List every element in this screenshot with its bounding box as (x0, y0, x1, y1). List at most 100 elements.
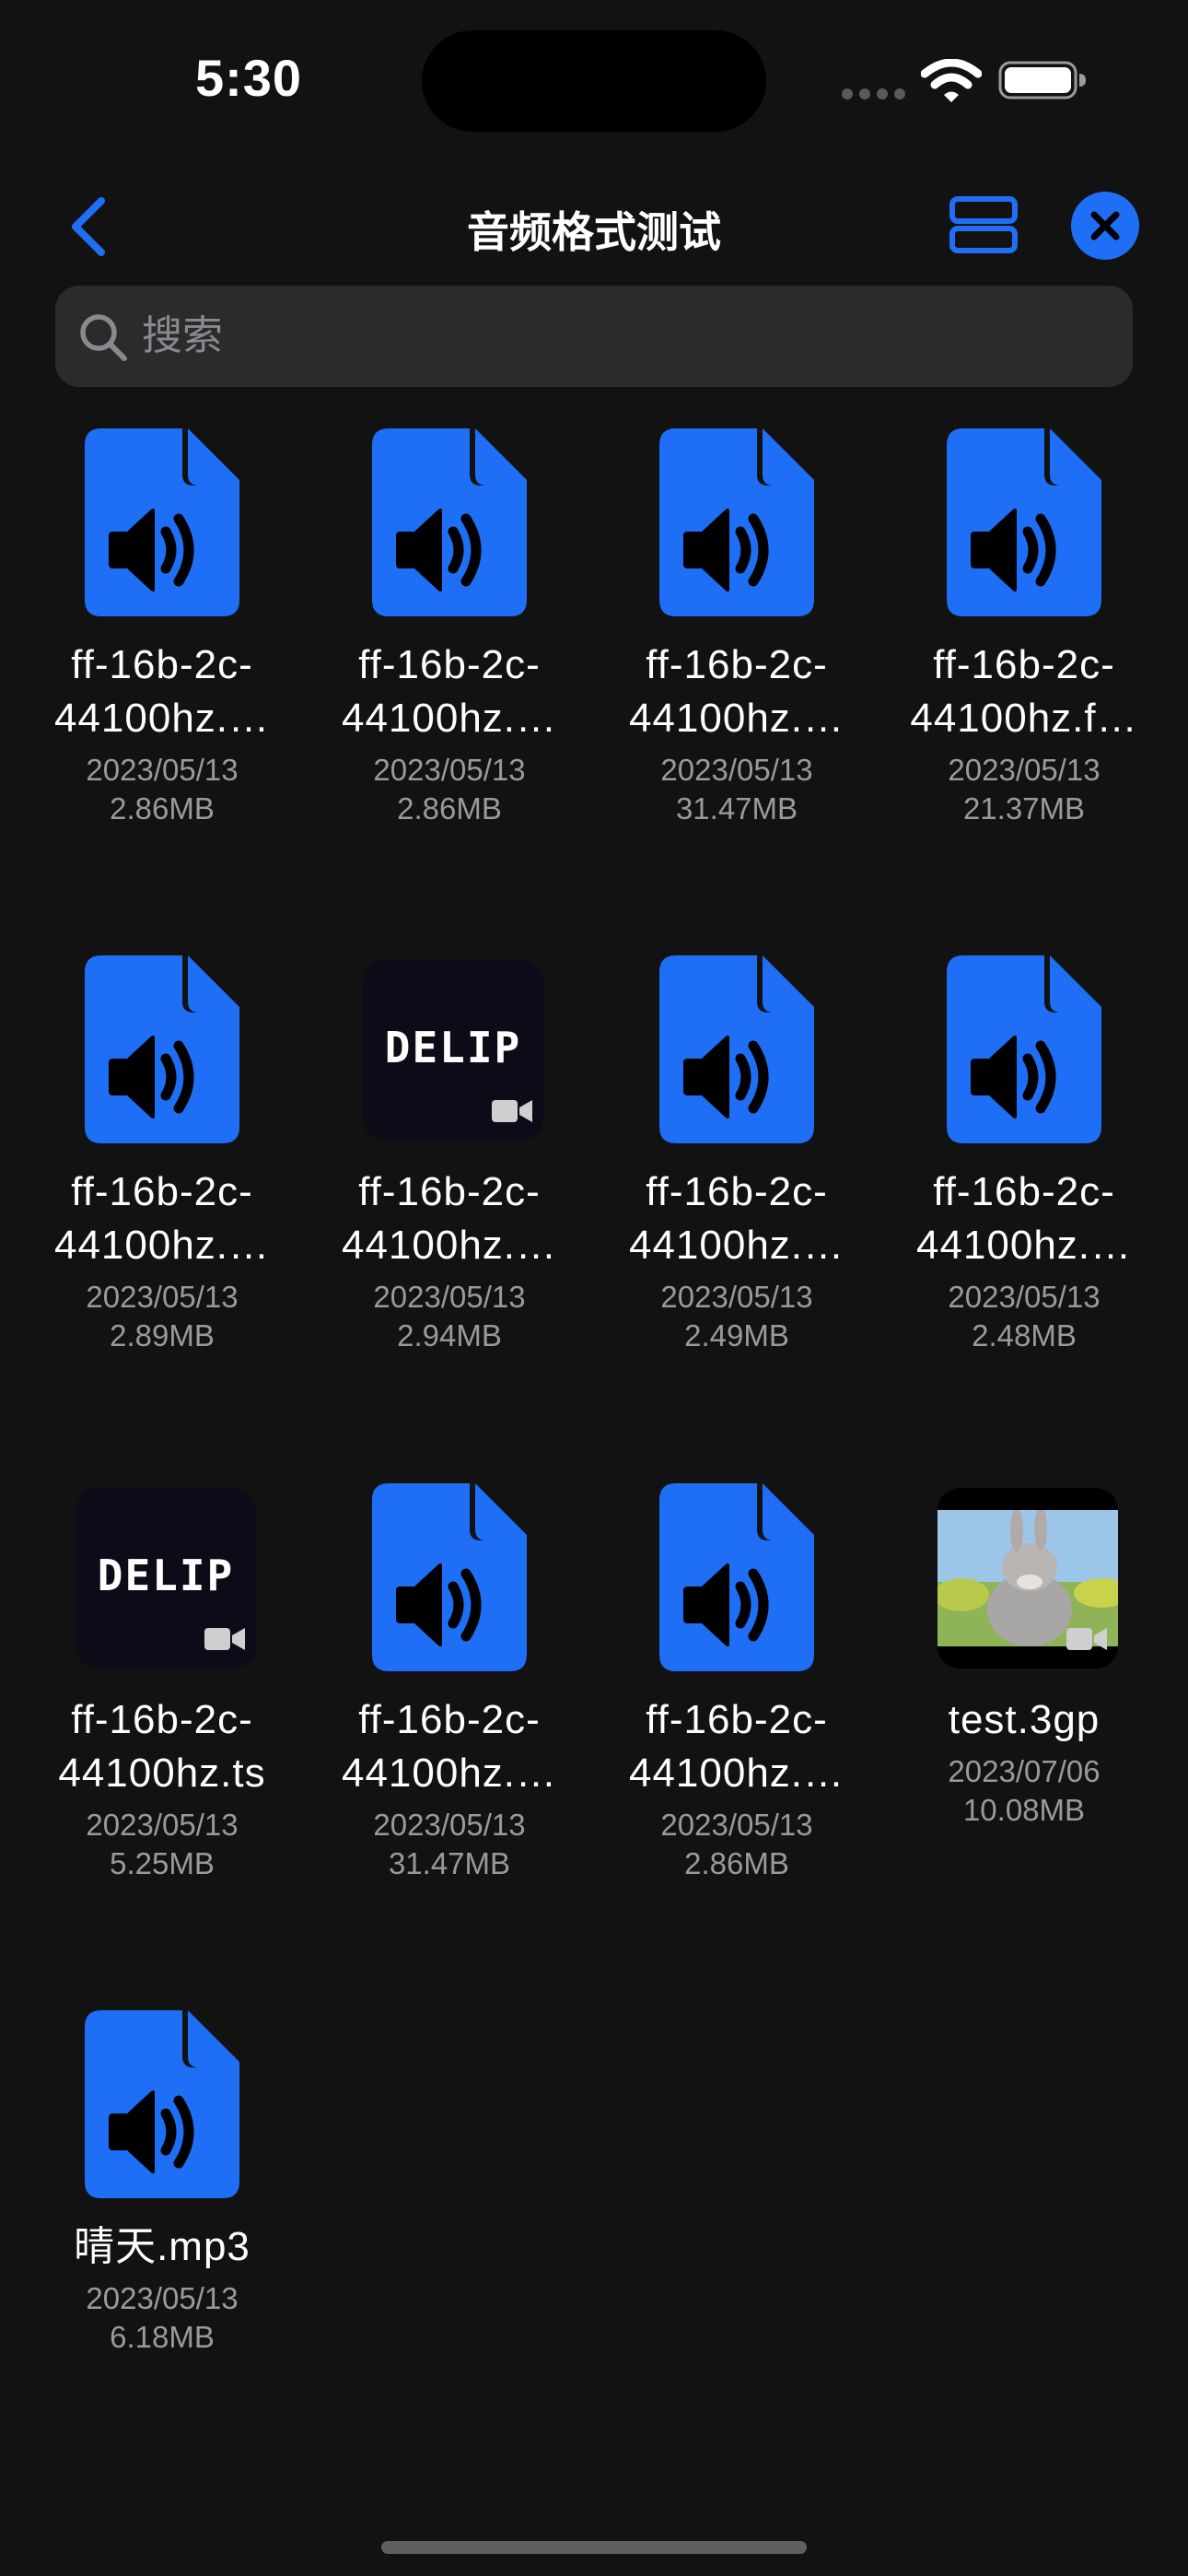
file-name-line: 44100hz.… (53, 1223, 271, 1268)
file-item[interactable]: ff-16b-2c- 44100hz.… 2023/05/13 31.47MB (593, 428, 880, 825)
file-name-line: ff-16b-2c- (646, 642, 828, 687)
audio-file-icon (659, 1483, 814, 1671)
file-size: 31.47MB (388, 1846, 511, 1880)
audio-file-icon (85, 2010, 239, 2198)
video-thumbnail: DELIP (76, 1488, 256, 1669)
file-name-line: 44100hz.… (341, 1223, 558, 1268)
file-size: 10.08MB (962, 1793, 1086, 1827)
file-name-line: ff-16b-2c- (358, 1169, 541, 1214)
audio-file-icon (85, 955, 239, 1143)
file-date: 2023/05/13 (86, 2281, 239, 2315)
file-thumbnail (18, 2010, 306, 2198)
file-name-line: 44100hz.ts (58, 1751, 266, 1796)
file-item[interactable]: ff-16b-2c- 44100hz.… 2023/05/13 2.49MB (593, 955, 880, 1352)
file-item[interactable]: ff-16b-2c- 44100hz.f… 2023/05/13 21.37MB (880, 428, 1168, 825)
file-name: ff-16b-2c- 44100hz.… (593, 1165, 880, 1272)
file-name-line: ff-16b-2c- (933, 1169, 1115, 1214)
file-thumbnail (306, 1483, 593, 1671)
file-thumbnail (18, 955, 306, 1143)
file-date: 2023/05/13 (373, 1280, 526, 1314)
file-size: 2.48MB (972, 1318, 1077, 1352)
file-name: ff-16b-2c- 44100hz.… (880, 1165, 1168, 1272)
file-name-line: ff-16b-2c- (646, 1697, 828, 1742)
file-size: 6.18MB (110, 2320, 215, 2354)
file-size: 2.86MB (110, 791, 215, 825)
file-name-line: ff-16b-2c- (358, 1697, 541, 1742)
file-size: 2.94MB (397, 1318, 502, 1352)
file-name-line: 44100hz.f… (910, 696, 1138, 741)
file-thumbnail: DELIP (18, 1483, 306, 1671)
file-name-line: 44100hz.… (915, 1223, 1133, 1268)
file-name-line: ff-16b-2c- (358, 642, 541, 687)
file-name-line: ff-16b-2c- (646, 1169, 828, 1214)
file-item[interactable]: ff-16b-2c- 44100hz.… 2023/05/13 2.86MB (306, 428, 593, 825)
file-name: ff-16b-2c- 44100hz.… (593, 638, 880, 745)
file-name: ff-16b-2c- 44100hz.… (306, 638, 593, 745)
file-item[interactable]: ff-16b-2c- 44100hz.… 2023/05/13 2.86MB (593, 1483, 880, 1880)
file-name-line: 44100hz.… (628, 1223, 845, 1268)
file-thumbnail (593, 428, 880, 616)
file-name-line: 44100hz.… (628, 696, 845, 741)
file-item[interactable]: ff-16b-2c- 44100hz.… 2023/05/13 2.89MB (18, 955, 306, 1352)
file-date: 2023/05/13 (948, 1280, 1101, 1314)
file-size: 21.37MB (962, 791, 1086, 825)
file-name-line: ff-16b-2c- (933, 642, 1115, 687)
file-name: ff-16b-2c- 44100hz.… (306, 1165, 593, 1272)
file-size: 2.49MB (684, 1318, 789, 1352)
file-name-line: 44100hz.… (341, 696, 558, 741)
file-date: 2023/05/13 (86, 1280, 239, 1314)
file-size: 2.86MB (397, 791, 502, 825)
file-name: ff-16b-2c- 44100hz.… (18, 638, 306, 745)
file-thumbnail (593, 955, 880, 1143)
file-name: ff-16b-2c- 44100hz.… (306, 1693, 593, 1800)
file-item[interactable]: ff-16b-2c- 44100hz.… 2023/05/13 2.86MB (18, 428, 306, 825)
file-name-line: ff-16b-2c- (71, 642, 253, 687)
file-browser-screen: 5:30 音频格式测试 搜索 ff-16b-2c- 44100hz.… 2023… (0, 0, 1188, 2576)
file-name: ff-16b-2c- 44100hz.f… (880, 638, 1168, 745)
file-item[interactable]: 晴天.mp3 2023/05/13 6.18MB (18, 2010, 306, 2397)
file-thumbnail (880, 955, 1168, 1143)
file-name: test.3gp (880, 1693, 1168, 1747)
file-date: 2023/05/13 (373, 1808, 526, 1842)
file-date: 2023/05/13 (660, 1280, 813, 1314)
file-item[interactable]: ff-16b-2c- 44100hz.… 2023/05/13 31.47MB (306, 1483, 593, 1880)
file-name-line: 44100hz.… (53, 696, 271, 741)
file-name: ff-16b-2c- 44100hz.… (18, 1165, 306, 1272)
audio-file-icon (372, 1483, 527, 1671)
file-size: 5.25MB (110, 1846, 215, 1880)
file-date: 2023/05/13 (660, 753, 813, 787)
file-thumbnail (18, 428, 306, 616)
file-item[interactable]: test.3gp 2023/07/06 10.08MB (880, 1483, 1168, 1870)
file-date: 2023/05/13 (86, 753, 239, 787)
file-item[interactable]: DELIP ff-16b-2c- 44100hz.… 2023/05/13 2.… (306, 955, 593, 1352)
file-item[interactable]: ff-16b-2c- 44100hz.… 2023/05/13 2.48MB (880, 955, 1168, 1352)
file-name: ff-16b-2c- 44100hz.… (593, 1693, 880, 1800)
video-camera-icon (1066, 1626, 1107, 1652)
file-name-line: test.3gp (948, 1697, 1101, 1742)
audio-file-icon (659, 428, 814, 616)
file-date: 2023/05/13 (86, 1808, 239, 1842)
video-thumbnail (938, 1488, 1118, 1669)
file-size: 2.86MB (684, 1846, 789, 1880)
thumbnail-logo-text: DELIP (384, 1023, 522, 1072)
file-grid: ff-16b-2c- 44100hz.… 2023/05/13 2.86MB f… (0, 0, 1188, 2576)
file-date: 2023/05/13 (373, 753, 526, 787)
file-thumbnail (306, 428, 593, 616)
file-thumbnail (593, 1483, 880, 1671)
file-date: 2023/07/06 (948, 1754, 1101, 1788)
thumbnail-logo-text: DELIP (97, 1551, 235, 1600)
video-thumbnail: DELIP (363, 960, 543, 1141)
file-date: 2023/05/13 (948, 753, 1101, 787)
file-name-line: 晴天.mp3 (74, 2224, 250, 2269)
file-name-line: ff-16b-2c- (71, 1169, 253, 1214)
audio-file-icon (947, 428, 1101, 616)
file-name-line: 44100hz.… (341, 1751, 558, 1796)
file-item[interactable]: DELIP ff-16b-2c- 44100hz.ts 2023/05/13 5… (18, 1483, 306, 1880)
video-camera-icon (204, 1626, 245, 1652)
file-thumbnail (880, 428, 1168, 616)
file-date: 2023/05/13 (660, 1808, 813, 1842)
file-size: 2.89MB (110, 1318, 215, 1352)
file-thumbnail (880, 1483, 1168, 1671)
home-indicator[interactable] (381, 2541, 807, 2554)
audio-file-icon (372, 428, 527, 616)
